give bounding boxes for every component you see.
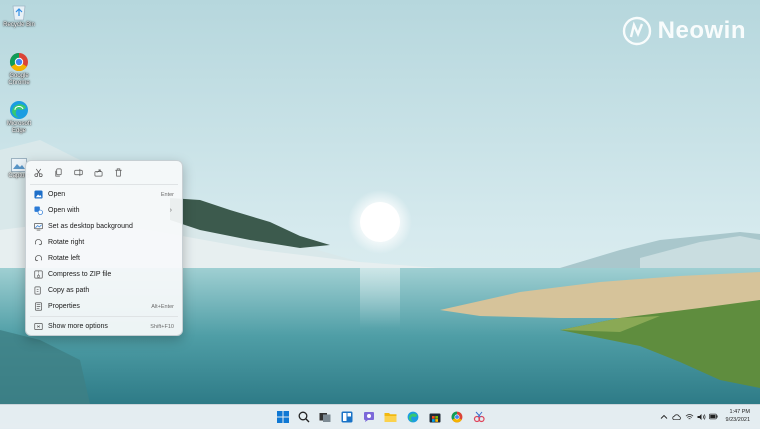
menu-item-shortcut: Enter [160, 191, 174, 198]
share-icon [94, 168, 102, 176]
menu-item-label: Copy as path [48, 287, 90, 294]
open-with-icon [34, 206, 43, 215]
chrome-icon [451, 411, 462, 422]
task-view-icon [319, 412, 330, 422]
menu-item-label: Open [48, 191, 66, 198]
share-button[interactable] [92, 166, 104, 178]
widgets-icon [341, 411, 352, 422]
copy-icon [54, 168, 62, 176]
menu-item-shortcut: Alt+Enter [151, 303, 174, 310]
desktop-icon-label: Google Chrome [8, 73, 30, 86]
chrome-icon [9, 53, 28, 72]
clock[interactable]: 1:47 PM 9/23/2021 [726, 408, 750, 424]
file-explorer-icon [384, 412, 397, 422]
taskbar: 1:47 PM 9/23/2021 [0, 404, 760, 429]
taskbar-search-button[interactable] [297, 410, 310, 423]
edge-icon [10, 101, 28, 119]
scissors-icon [33, 168, 43, 177]
menu-item-open-with[interactable]: Open with › [30, 203, 178, 218]
copy-path-icon [34, 286, 43, 295]
recycle-bin-icon [12, 5, 26, 21]
photos-app-icon [34, 190, 43, 199]
desktop-icon-chrome[interactable]: Google Chrome [0, 52, 38, 87]
show-hidden-icons-button[interactable] [659, 412, 668, 421]
cut-button[interactable] [32, 166, 44, 178]
menu-item-label: Compress to ZIP file [48, 271, 112, 278]
menu-item-compress-zip[interactable]: Compress to ZIP file [30, 267, 178, 282]
menu-item-rotate-right[interactable]: Rotate right [30, 235, 178, 250]
rename-button[interactable] [72, 166, 84, 178]
menu-item-properties[interactable]: Properties Alt+Enter [30, 299, 178, 314]
menu-item-show-more-options[interactable]: Show more options Shift+F10 [30, 319, 178, 334]
desktop-icon-recycle-bin[interactable]: Recycle Bin [0, 3, 38, 29]
battery-icon [709, 413, 718, 420]
context-menu: Open Enter Open with › Set as desktop ba… [25, 160, 183, 336]
chevron-right-icon: › [169, 207, 172, 214]
file-explorer-button[interactable] [384, 410, 397, 423]
zip-folder-icon [34, 270, 43, 279]
taskbar-chrome-button[interactable] [450, 410, 463, 423]
menu-item-open[interactable]: Open Enter [30, 187, 178, 202]
chevron-up-icon [660, 414, 667, 419]
teams-chat-icon [363, 411, 374, 422]
volume-icon [697, 413, 706, 420]
menu-item-rotate-left[interactable]: Rotate left [30, 251, 178, 266]
task-view-button[interactable] [318, 410, 331, 423]
properties-icon [34, 302, 43, 311]
context-menu-toolbar [26, 161, 182, 183]
desktop-icon-label: Recycle Bin [3, 22, 35, 28]
clock-time: 1:47 PM [729, 409, 750, 415]
start-button[interactable] [276, 410, 289, 423]
search-icon [298, 411, 309, 422]
menu-item-shortcut: Shift+F10 [150, 323, 174, 330]
menu-item-label: Rotate left [48, 255, 80, 262]
volume-control[interactable] [697, 412, 706, 421]
onedrive-icon [672, 413, 681, 420]
desktop-icon-edge[interactable]: Microsoft Edge [0, 100, 38, 135]
store-icon [429, 413, 440, 422]
rename-icon [73, 168, 83, 176]
menu-item-label: Open with [48, 207, 80, 214]
menu-item-label: Show more options [48, 323, 108, 330]
widgets-button[interactable] [340, 410, 353, 423]
trash-icon [114, 168, 122, 176]
teams-chat-button[interactable] [362, 410, 375, 423]
menu-separator [30, 184, 178, 185]
more-options-icon [34, 322, 43, 331]
neowin-logo-icon [622, 16, 651, 46]
neowin-brand-text: Neowin [657, 17, 746, 44]
menu-item-label: Set as desktop background [48, 223, 133, 230]
snipping-tool-button[interactable] [472, 410, 485, 423]
copy-button[interactable] [52, 166, 64, 178]
menu-item-copy-as-path[interactable]: Copy as path [30, 283, 178, 298]
edge-icon [407, 411, 418, 422]
menu-separator [30, 316, 178, 317]
delete-button[interactable] [112, 166, 124, 178]
snipping-tool-icon [473, 411, 485, 422]
neowin-watermark: Neowin [622, 16, 746, 46]
rotate-right-icon [34, 238, 43, 247]
desktop-icon-label: Microsoft Edge [6, 121, 32, 134]
battery-status[interactable] [709, 412, 718, 421]
clock-date: 9/23/2021 [725, 417, 750, 423]
wifi-status[interactable] [685, 412, 694, 421]
rotate-left-icon [34, 254, 43, 263]
menu-item-label: Rotate right [48, 239, 85, 246]
onedrive-button[interactable] [672, 412, 681, 421]
store-button[interactable] [428, 410, 441, 423]
menu-item-label: Properties [48, 303, 80, 310]
menu-item-set-background[interactable]: Set as desktop background [30, 219, 178, 234]
taskbar-edge-button[interactable] [406, 410, 419, 423]
desktop-background-icon [34, 222, 43, 231]
start-icon [276, 410, 289, 423]
wifi-icon [685, 413, 694, 419]
